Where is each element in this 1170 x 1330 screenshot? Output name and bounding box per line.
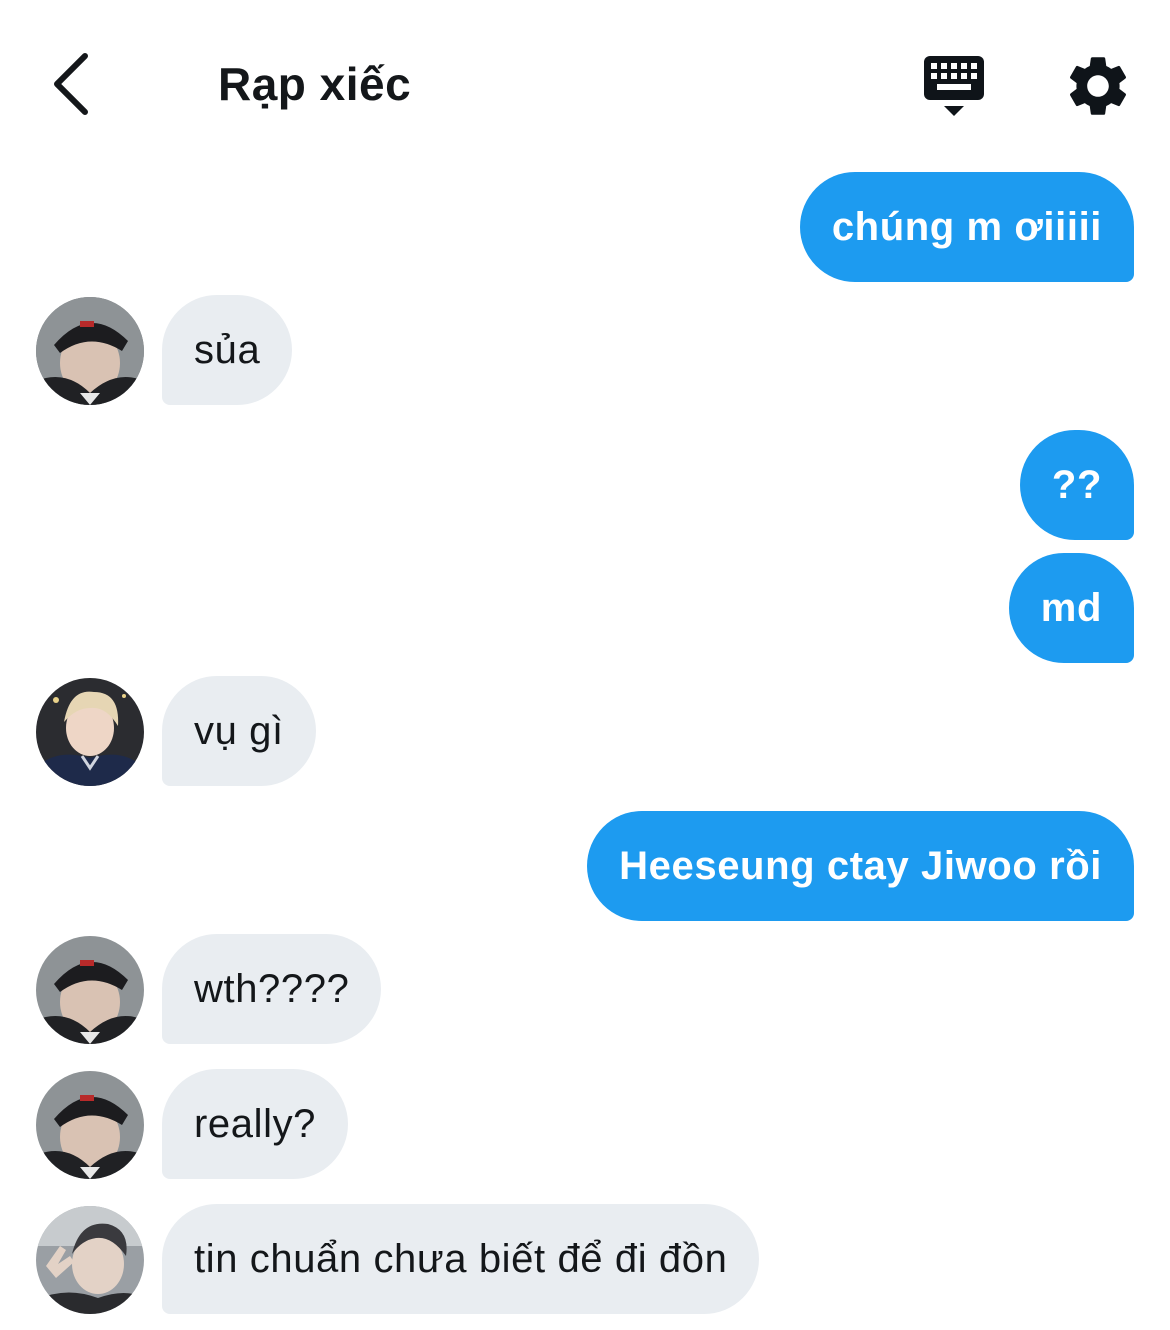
- avatar[interactable]: [36, 297, 144, 405]
- message-list: chúng m ơiiiii sủa ?? md vụ gì Heeseung: [0, 0, 1170, 1330]
- message-bubble-outgoing[interactable]: chúng m ơiiiii: [799, 172, 1134, 282]
- message-bubble-outgoing[interactable]: ??: [1019, 430, 1134, 540]
- message-bubble-incoming[interactable]: vụ gì: [162, 676, 316, 786]
- avatar-user-cap: [36, 1071, 144, 1179]
- message-bubble-incoming[interactable]: really?: [162, 1069, 349, 1179]
- avatar[interactable]: [36, 678, 144, 786]
- avatar[interactable]: [36, 1071, 144, 1179]
- message-bubble-incoming[interactable]: tin chuẩn chưa biết để đi đồn: [162, 1204, 760, 1314]
- message-bubble-outgoing[interactable]: Heeseung ctay Jiwoo rồi: [587, 811, 1134, 921]
- avatar[interactable]: [36, 936, 144, 1044]
- message-bubble-outgoing[interactable]: md: [1008, 553, 1134, 663]
- avatar-user-cap: [36, 297, 144, 405]
- avatar-user-peace: [36, 1206, 144, 1314]
- avatar-user-blond: [36, 678, 144, 786]
- message-bubble-incoming[interactable]: sủa: [162, 295, 293, 405]
- avatar-user-cap: [36, 936, 144, 1044]
- avatar[interactable]: [36, 1206, 144, 1314]
- message-bubble-incoming[interactable]: wth????: [162, 934, 382, 1044]
